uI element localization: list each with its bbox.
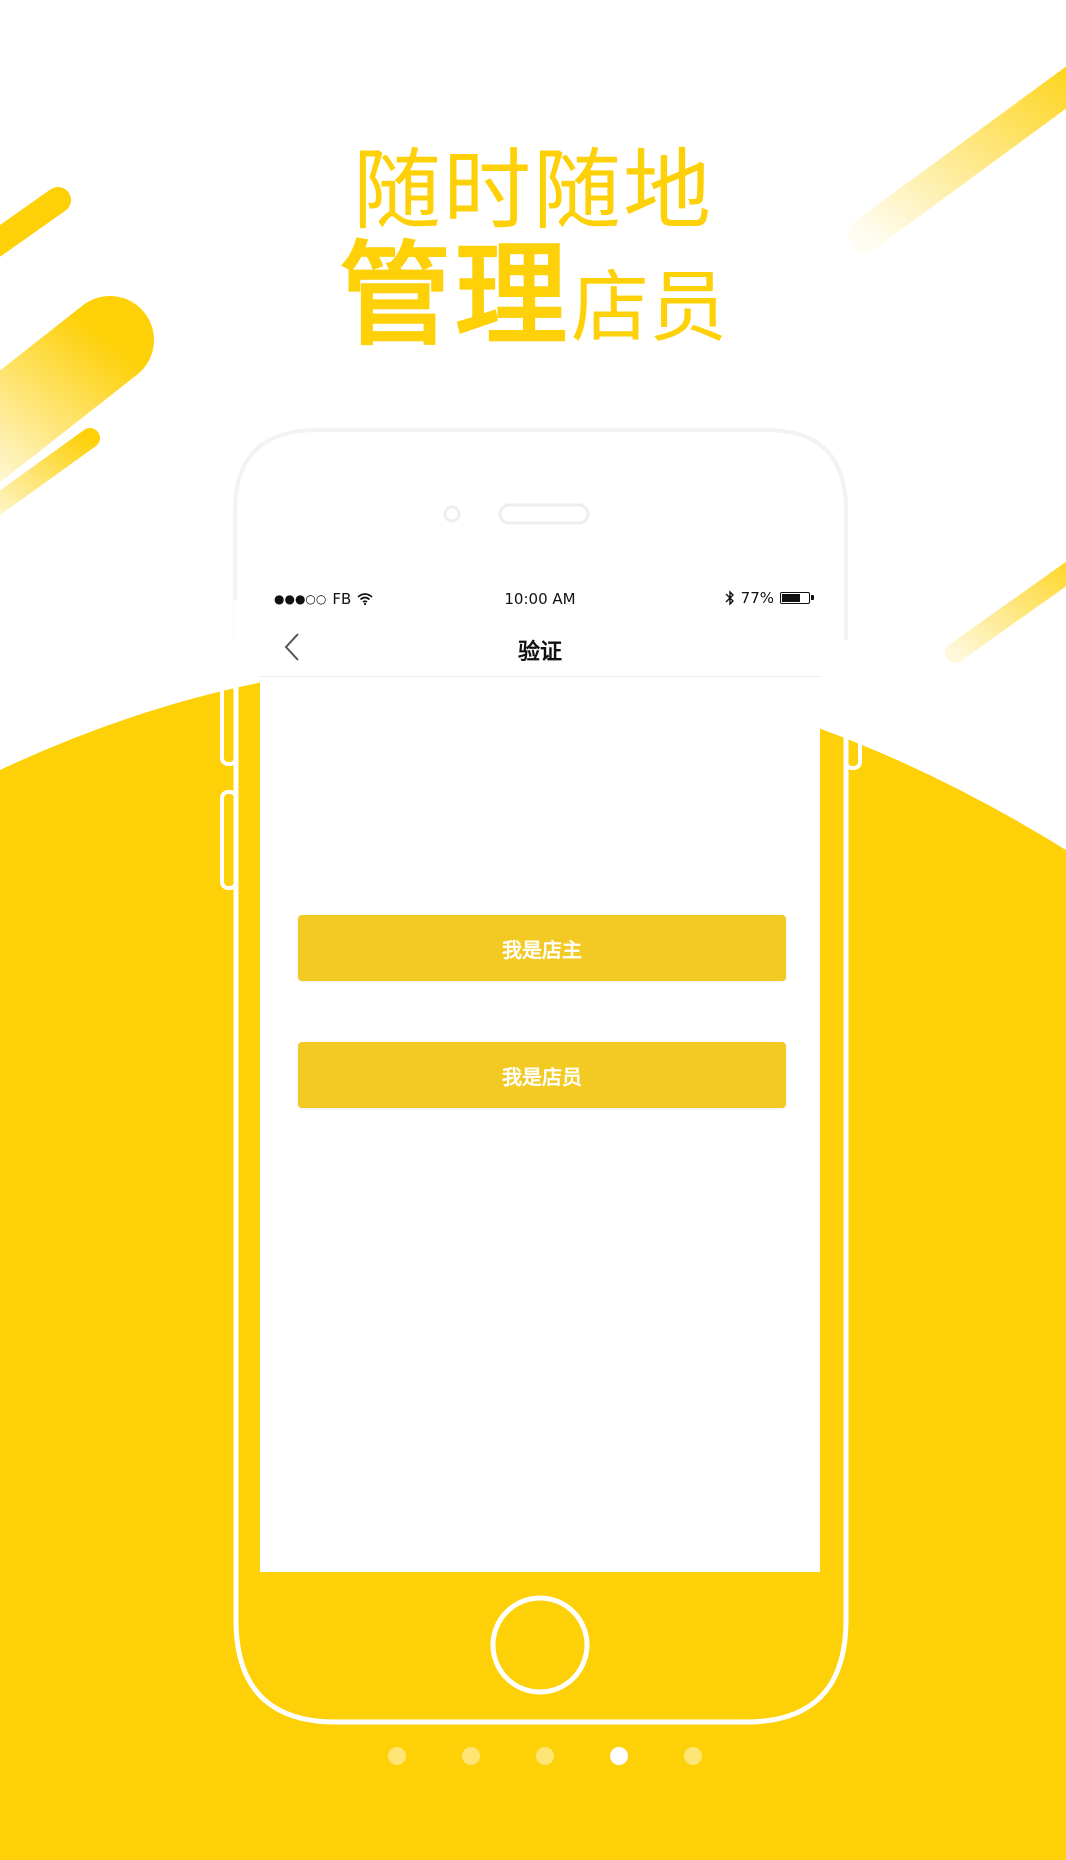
status-right: 77% bbox=[725, 589, 814, 607]
headline-line-1: 随时随地 bbox=[352, 139, 713, 242]
page-indicator bbox=[0, 1744, 1066, 1768]
headline-bold-text: 管理 bbox=[338, 231, 571, 361]
page-title: 验证 bbox=[517, 640, 562, 665]
stripe-right bbox=[945, 561, 1066, 663]
pager-dot-4[interactable] bbox=[610, 1747, 628, 1765]
headline-regular-text: 店员 bbox=[570, 263, 727, 353]
phone-camera bbox=[443, 505, 461, 523]
bluetooth-icon bbox=[725, 590, 734, 606]
nav-bar: 验证 bbox=[260, 618, 820, 677]
owner-button[interactable]: 我是店主 bbox=[298, 915, 786, 981]
headline-line-2: 管理店员 bbox=[0, 236, 1066, 368]
staff-button[interactable]: 我是店员 bbox=[298, 1042, 786, 1108]
phone-speaker bbox=[498, 503, 590, 525]
battery-icon bbox=[780, 592, 814, 604]
pager-dot-5[interactable] bbox=[684, 1747, 702, 1765]
pager-dot-3[interactable] bbox=[536, 1747, 554, 1765]
battery-fill bbox=[782, 594, 800, 602]
phone-screen: ●●●○○ FB 10:00 AM 77% 验证 我是店主 我是店员 bbox=[260, 580, 820, 1572]
pager-dot-2[interactable] bbox=[462, 1747, 480, 1765]
pager-dot-1[interactable] bbox=[388, 1747, 406, 1765]
status-bar: ●●●○○ FB 10:00 AM 77% bbox=[260, 580, 820, 618]
battery-percent: 77% bbox=[740, 589, 774, 607]
